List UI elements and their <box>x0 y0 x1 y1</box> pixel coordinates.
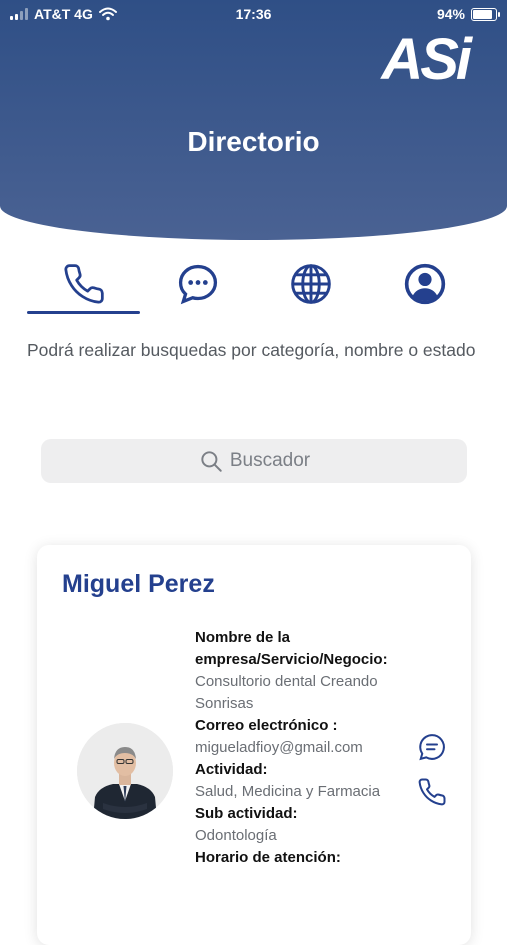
battery-percent: 94% <box>436 6 465 22</box>
email-label: Correo electrónico : <box>195 717 338 734</box>
tab-phone[interactable] <box>44 256 124 312</box>
battery-fill <box>473 9 492 19</box>
avatar <box>77 723 173 819</box>
tab-active-indicator <box>27 311 140 314</box>
search-placeholder: Buscador <box>229 450 311 471</box>
tab-profile[interactable] <box>385 256 465 312</box>
company-label: Nombre de la empresa/Servicio/Negocio: <box>195 629 388 668</box>
call-button[interactable] <box>415 775 449 809</box>
tab-chat[interactable] <box>158 256 238 312</box>
battery-icon <box>471 7 500 21</box>
header: AT&T 4G 17:36 94% ASi Directorio <box>0 0 507 240</box>
chat-bubble-icon <box>178 264 218 305</box>
user-circle-icon <box>404 263 446 305</box>
hours-label: Horario de atención: <box>195 849 341 866</box>
phone-icon <box>418 778 446 806</box>
phone-icon <box>64 264 104 304</box>
globe-icon <box>291 264 331 304</box>
avatar-photo <box>77 723 173 819</box>
message-button[interactable] <box>415 730 449 764</box>
status-right: 94% <box>436 6 500 22</box>
company-value: Consultorio dental Creando Sonrisas <box>195 673 378 712</box>
page-title: Directorio <box>187 126 320 157</box>
app-logo: ASi <box>381 27 472 92</box>
status-bar: AT&T 4G 17:36 94% <box>0 0 507 28</box>
email-value: migueladfioy@gmail.com <box>195 739 363 756</box>
message-icon <box>419 734 445 761</box>
tab-bar <box>0 250 507 320</box>
subactivity-label: Sub actividad: <box>195 805 298 822</box>
tab-web[interactable] <box>271 256 351 312</box>
search-input[interactable]: Buscador <box>41 439 467 483</box>
subactivity-value: Odontología <box>195 827 277 844</box>
activity-label: Actividad: <box>195 761 268 778</box>
contact-card[interactable]: Miguel Perez Nombre de la empresa/Servic… <box>37 545 471 945</box>
search-icon <box>201 451 222 472</box>
status-time: 17:36 <box>235 6 272 22</box>
contact-name: Miguel Perez <box>62 570 215 598</box>
activity-value: Salud, Medicina y Farmacia <box>195 783 381 800</box>
contact-info: Nombre de la empresa/Servicio/Negocio: C… <box>195 627 410 869</box>
search-description: Podrá realizar busquedas por categoría, … <box>27 340 476 360</box>
